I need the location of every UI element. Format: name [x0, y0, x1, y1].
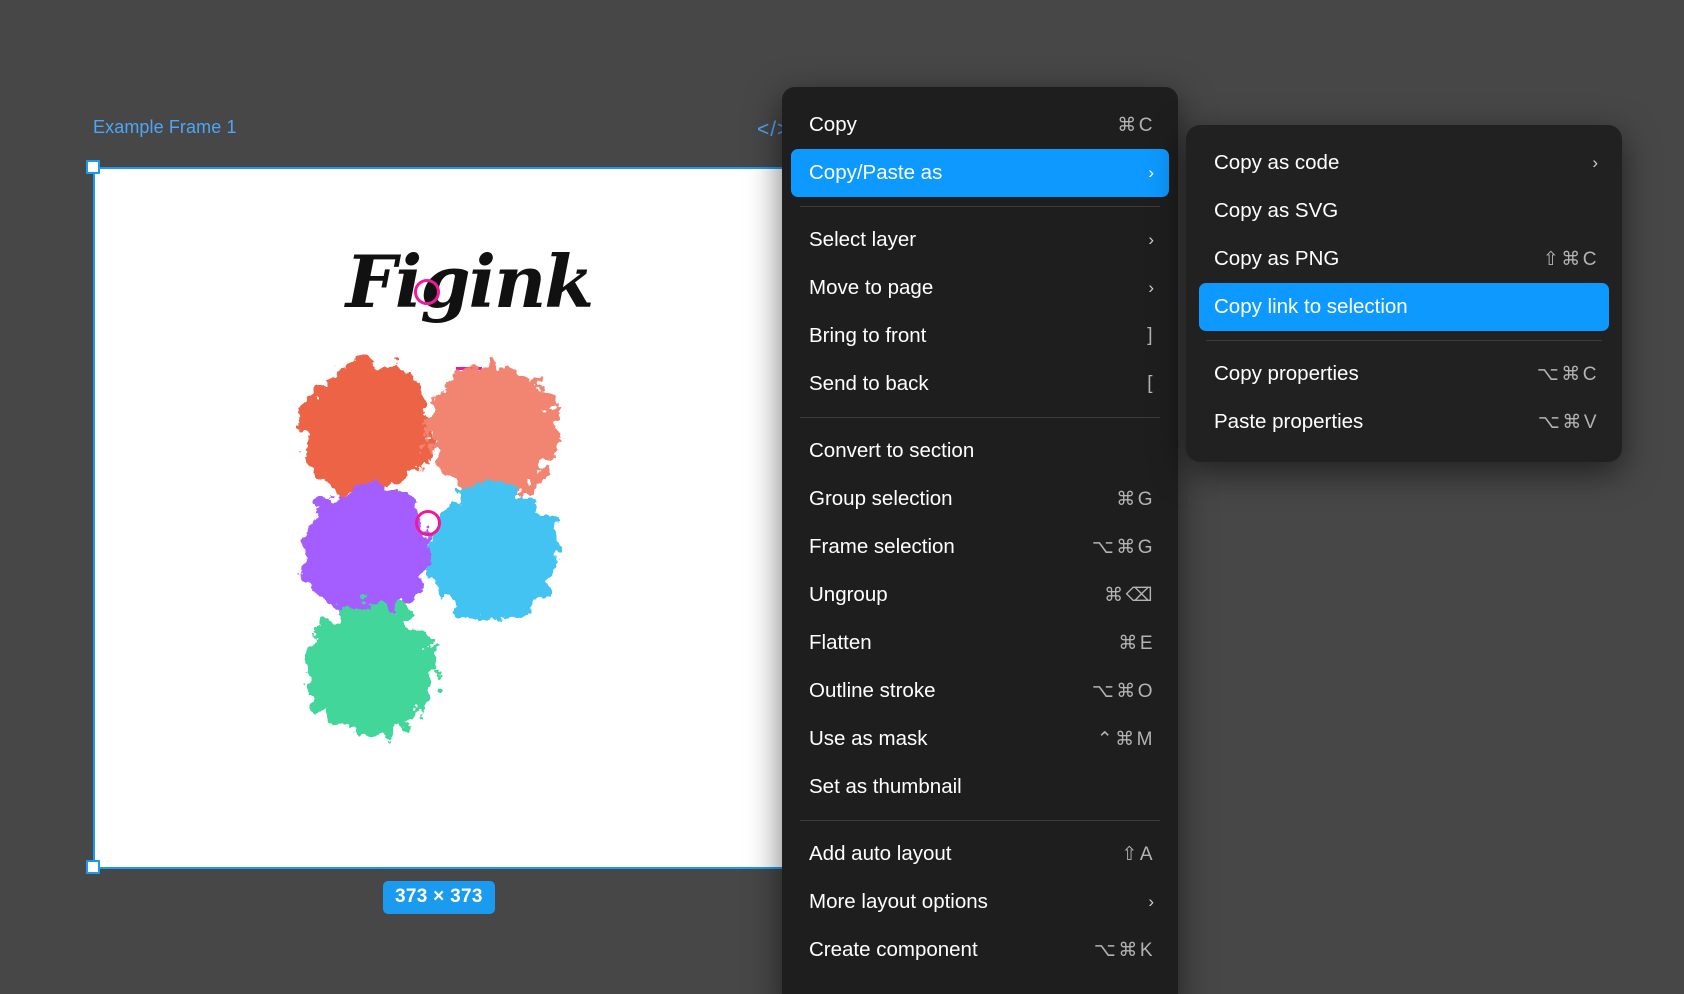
- menu-separator: [1206, 340, 1602, 341]
- menu-item-shortcut: ⌥⌘G: [1091, 536, 1155, 558]
- menu-item-move-to-page[interactable]: Move to page ›: [782, 264, 1178, 312]
- frame-label[interactable]: Example Frame 1: [93, 117, 237, 138]
- menu-item-label: Move to page: [809, 276, 934, 299]
- menu-item-shortcut: ⌥⌘V: [1537, 411, 1599, 433]
- chevron-right-icon: ›: [1148, 230, 1154, 249]
- menu-item-shortcut: ⌘G: [1116, 488, 1155, 510]
- menu-item-label: More layout options: [809, 890, 988, 913]
- chevron-right-icon: ›: [1148, 278, 1154, 297]
- menu-item-copy-link-to-selection[interactable]: Copy link to selection: [1199, 283, 1609, 331]
- menu-item-label: Copy properties: [1214, 362, 1359, 385]
- menu-item-shortcut: ⌥⌘K: [1093, 939, 1155, 961]
- menu-item-frame-selection[interactable]: Frame selection ⌥⌘G: [782, 523, 1178, 571]
- resize-handle-top-left[interactable]: [86, 160, 100, 174]
- copy-paste-as-submenu[interactable]: Copy as code › Copy as SVG Copy as PNG ⇧⌘C Co…: [1186, 125, 1622, 462]
- menu-item-select-layer[interactable]: Select layer ›: [782, 216, 1178, 264]
- menu-item-label: Use as mask: [809, 727, 928, 750]
- menu-item-label: Copy: [809, 113, 857, 136]
- menu-item-label: Select layer: [809, 228, 917, 251]
- menu-item-set-as-thumbnail[interactable]: Set as thumbnail: [782, 763, 1178, 811]
- menu-item-bring-to-front[interactable]: Bring to front]: [782, 312, 1178, 360]
- chevron-right-icon: ›: [1148, 163, 1154, 182]
- menu-item-label: Copy as PNG: [1214, 247, 1340, 270]
- menu-item-copy-as-png[interactable]: Copy as PNG ⇧⌘C: [1186, 235, 1622, 283]
- menu-item-label: Add auto layout: [809, 842, 952, 865]
- ink-blob-illustration: [301, 363, 559, 735]
- menu-item-label: Set as thumbnail: [809, 775, 962, 798]
- chevron-right-icon: ›: [1592, 153, 1598, 172]
- menu-item-label: Outline stroke: [809, 679, 936, 702]
- menu-item-label: Create component: [809, 938, 978, 961]
- menu-item-label: Group selection: [809, 487, 953, 510]
- frame-artwork: Figink: [95, 169, 843, 867]
- menu-item-add-auto-layout[interactable]: Add auto layout ⇧A: [782, 830, 1178, 878]
- menu-item-shortcut: ]: [1147, 325, 1155, 346]
- cursor-ring-blobs: [415, 510, 441, 536]
- menu-item-shortcut: ⇧⌘C: [1542, 248, 1599, 270]
- menu-item-label: Flatten: [809, 631, 872, 654]
- menu-item-shortcut: ⌘⌫: [1104, 584, 1155, 606]
- menu-item-use-as-mask[interactable]: Use as mask ⌃⌘M: [782, 715, 1178, 763]
- menu-item-create-component[interactable]: Create component ⌥⌘K: [782, 926, 1178, 974]
- menu-item-ungroup[interactable]: Ungroup ⌘⌫: [782, 571, 1178, 619]
- menu-item-shortcut: ⌃⌘M: [1096, 728, 1155, 750]
- menu-item-label: Copy link to selection: [1214, 295, 1408, 318]
- menu-item-flatten[interactable]: Flatten ⌘E: [782, 619, 1178, 667]
- menu-item-paste-properties[interactable]: Paste properties ⌥⌘V: [1186, 398, 1622, 446]
- menu-item-send-to-back[interactable]: Send to back [: [782, 360, 1178, 408]
- menu-item-label: Copy as code: [1214, 151, 1340, 174]
- menu-item-label: Frame selection: [809, 535, 955, 558]
- context-menu[interactable]: Copy ⌘C Copy/Paste as › Select layer › Move to…: [782, 87, 1178, 994]
- menu-item-label: Paste properties: [1214, 410, 1364, 433]
- menu-item-shortcut: ⌥⌘O: [1091, 680, 1155, 702]
- menu-item-copy-paste-as[interactable]: Copy/Paste as ›: [791, 149, 1169, 197]
- menu-separator: [800, 206, 1160, 207]
- menu-item-copy-as-svg[interactable]: Copy as SVG: [1186, 187, 1622, 235]
- menu-item-convert-to-section[interactable]: Convert to section: [782, 427, 1178, 475]
- menu-item-copy[interactable]: Copy ⌘C: [782, 101, 1178, 149]
- resize-handle-bottom-left[interactable]: [86, 860, 100, 874]
- menu-item-label: Send to back: [809, 372, 929, 395]
- menu-item-label: Copy/Paste as: [809, 161, 943, 184]
- menu-item-label: Bring to front: [809, 324, 927, 347]
- menu-item-label: Ungroup: [809, 583, 888, 606]
- menu-separator: [800, 417, 1160, 418]
- menu-item-shortcut: [: [1147, 373, 1155, 394]
- menu-item-shortcut: ⌘C: [1117, 114, 1155, 136]
- menu-item-shortcut: ⌘E: [1118, 632, 1155, 654]
- menu-separator: [800, 820, 1160, 821]
- selected-frame[interactable]: Figink: [93, 167, 845, 869]
- menu-item-outline-stroke[interactable]: Outline stroke ⌥⌘O: [782, 667, 1178, 715]
- menu-item-copy-as-code[interactable]: Copy as code ›: [1186, 139, 1622, 187]
- size-badge: 373 × 373: [383, 881, 495, 914]
- figma-canvas-app: Example Frame 1 </> Figink 373 × 373 Cop…: [0, 0, 1684, 994]
- chevron-right-icon: ›: [1148, 892, 1154, 911]
- menu-item-label: Copy as SVG: [1214, 199, 1339, 222]
- menu-item-shortcut: ⌥⌘C: [1536, 363, 1599, 385]
- menu-item-shortcut: ⇧A: [1121, 843, 1155, 865]
- menu-item-label: Convert to section: [809, 439, 975, 462]
- menu-item-more-layout-options[interactable]: More layout options ›: [782, 878, 1178, 926]
- menu-item-group-selection[interactable]: Group selection ⌘G: [782, 475, 1178, 523]
- menu-item-copy-properties[interactable]: Copy properties ⌥⌘C: [1186, 350, 1622, 398]
